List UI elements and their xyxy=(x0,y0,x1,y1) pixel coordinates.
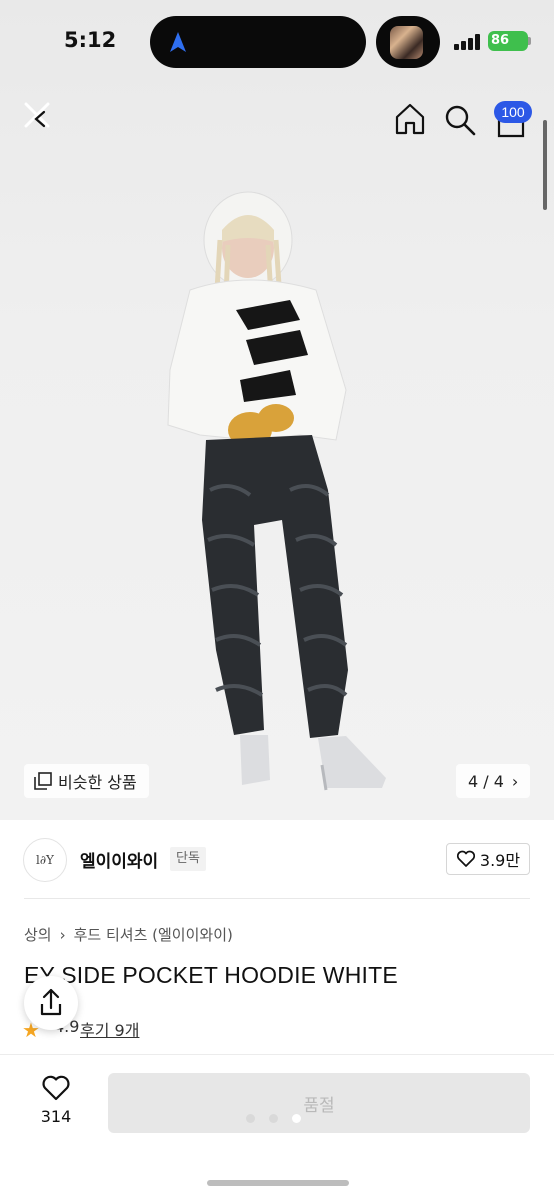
dynamic-island xyxy=(150,16,366,68)
breadcrumb-item[interactable]: 후드 티셔츠 (엘이이와이) xyxy=(74,924,233,945)
now-playing-island xyxy=(376,16,440,68)
scroll-indicator xyxy=(543,120,547,210)
battery-tip xyxy=(528,37,531,45)
home-indicator xyxy=(207,1180,349,1186)
carousel-dot xyxy=(246,1114,255,1123)
brand-logo[interactable]: l∂Y xyxy=(23,838,67,882)
heart-icon[interactable] xyxy=(41,1074,71,1102)
album-art xyxy=(390,26,423,59)
brand-name[interactable]: 엘이이와이 xyxy=(80,847,158,872)
similar-items-button[interactable]: 비슷한 상품 xyxy=(24,764,149,798)
close-icon[interactable] xyxy=(22,100,52,134)
cellular-signal-icon xyxy=(454,34,482,50)
battery-level: 86 xyxy=(488,31,528,51)
divider xyxy=(24,898,530,899)
navigation-arrow-icon xyxy=(170,32,186,52)
brand-like-count: 3.9만 xyxy=(479,851,521,870)
page-counter-text: 4 / 4 xyxy=(468,771,504,791)
brand-like-button[interactable]: 3.9만 xyxy=(446,843,530,875)
breadcrumb-item[interactable]: 상의 xyxy=(24,924,52,945)
breadcrumb: 상의 › 후드 티셔츠 (엘이이와이) xyxy=(24,924,233,945)
exclusive-badge: 단독 xyxy=(170,847,206,871)
product-photo xyxy=(167,191,386,791)
search-icon[interactable] xyxy=(444,104,476,136)
share-icon xyxy=(40,988,62,1016)
carousel-dot xyxy=(269,1114,278,1123)
similar-items-label: 비슷한 상품 xyxy=(58,773,137,792)
review-count-link[interactable]: 후기 9개 xyxy=(80,1017,139,1041)
carousel-dot-active xyxy=(292,1114,301,1123)
home-icon[interactable] xyxy=(394,102,426,136)
share-button[interactable] xyxy=(24,976,78,1030)
product-like-count: 314 xyxy=(40,1107,72,1126)
chevron-right-icon: › xyxy=(59,925,66,944)
heart-icon xyxy=(456,850,475,867)
product-title: EY SIDE POCKET HOODIE WHITE xyxy=(24,962,398,988)
sold-out-button[interactable]: 품절 xyxy=(108,1073,530,1133)
bottom-bar-divider xyxy=(0,1054,554,1055)
similar-items-icon xyxy=(34,772,52,790)
image-page-counter[interactable]: 4 / 4 › xyxy=(456,764,531,798)
chevron-right-icon: › xyxy=(511,771,519,791)
status-time: 5:12 xyxy=(64,28,117,52)
cart-badge: 100 xyxy=(494,101,532,123)
carousel-dots xyxy=(246,1114,301,1123)
